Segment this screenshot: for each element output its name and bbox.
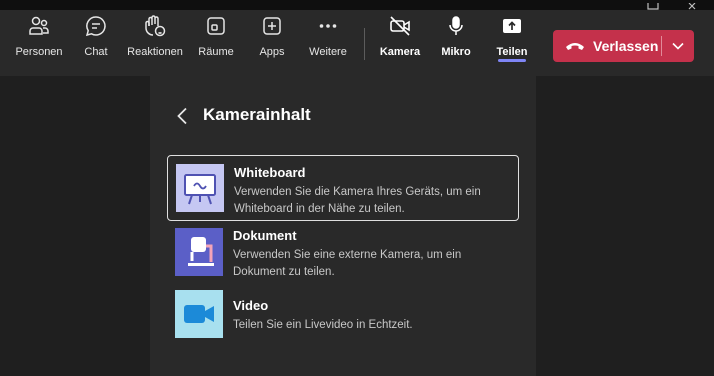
leave-options-button[interactable] bbox=[662, 30, 694, 62]
option-description-line: Teilen Sie ein Livevideo in Echtzeit. bbox=[233, 319, 413, 331]
whiteboard-icon bbox=[176, 164, 224, 212]
option-description-line: Whiteboard in der Nähe zu teilen. bbox=[234, 203, 405, 215]
apps-button[interactable]: Apps bbox=[246, 14, 298, 66]
camera-off-icon bbox=[388, 14, 412, 38]
reactions-button[interactable]: Reaktionen bbox=[126, 14, 184, 66]
rooms-label: Räume bbox=[198, 46, 234, 58]
microphone-button[interactable]: Mikro bbox=[430, 14, 482, 66]
leave-label: Verlassen bbox=[593, 38, 659, 54]
share-icon bbox=[500, 14, 524, 38]
chat-button[interactable]: Chat bbox=[70, 14, 122, 66]
restore-icon[interactable] bbox=[646, 0, 666, 10]
more-button[interactable]: Weitere bbox=[302, 14, 354, 66]
option-title: Video bbox=[233, 298, 269, 313]
camera-button[interactable]: Kamera bbox=[374, 14, 426, 66]
option-description-line: Verwenden Sie eine externe Kamera, um ei… bbox=[233, 249, 462, 261]
microphone-icon bbox=[444, 14, 468, 38]
option-document[interactable]: Dokument Verwenden Sie eine externe Kame… bbox=[167, 225, 519, 281]
microphone-label: Mikro bbox=[441, 46, 471, 58]
raise-hand-icon bbox=[143, 14, 167, 38]
chat-icon bbox=[84, 14, 108, 38]
people-icon bbox=[27, 14, 51, 38]
share-button[interactable]: Teilen bbox=[486, 14, 538, 66]
share-label: Teilen bbox=[496, 46, 528, 58]
leave-button-group: Verlassen bbox=[553, 30, 694, 62]
apps-plus-icon bbox=[260, 14, 284, 38]
option-title: Dokument bbox=[233, 228, 297, 243]
rooms-button[interactable]: Räume bbox=[190, 14, 242, 66]
option-description: Teilen Sie ein Livevideo in Echtzeit. bbox=[233, 317, 513, 334]
option-description: Verwenden Sie eine externe Kamera, um ei… bbox=[233, 247, 513, 281]
chat-label: Chat bbox=[84, 46, 108, 58]
option-description-line: Verwenden Sie die Kamera Ihres Geräts, u… bbox=[234, 186, 481, 198]
option-description: Verwenden Sie die Kamera Ihres Geräts, u… bbox=[234, 184, 514, 218]
people-button[interactable]: Personen bbox=[13, 14, 65, 66]
title-bar bbox=[0, 0, 714, 10]
document-icon bbox=[175, 228, 223, 276]
back-button[interactable] bbox=[170, 104, 194, 128]
rooms-icon bbox=[204, 14, 228, 38]
more-label: Weitere bbox=[309, 46, 347, 58]
chevron-left-icon bbox=[177, 107, 187, 125]
apps-label: Apps bbox=[259, 46, 285, 58]
panel-header: Kamerainhalt bbox=[150, 104, 536, 128]
close-icon[interactable] bbox=[686, 0, 706, 10]
video-icon bbox=[175, 290, 223, 338]
option-whiteboard[interactable]: Whiteboard Verwenden Sie die Kamera Ihre… bbox=[167, 155, 519, 221]
toolbar-separator bbox=[364, 28, 365, 60]
option-video[interactable]: Video Teilen Sie ein Livevideo in Echtze… bbox=[167, 288, 519, 340]
hang-up-icon bbox=[565, 40, 585, 52]
panel-title: Kamerainhalt bbox=[203, 105, 311, 124]
people-label: Personen bbox=[15, 46, 63, 58]
camera-content-panel: Kamerainhalt Whiteboard Verwenden Sie di… bbox=[150, 76, 536, 376]
option-title: Whiteboard bbox=[234, 165, 306, 180]
active-tab-indicator bbox=[498, 59, 526, 62]
option-description-line: Dokument zu teilen. bbox=[233, 266, 335, 278]
leave-button[interactable]: Verlassen bbox=[553, 30, 661, 62]
reactions-label: Reaktionen bbox=[127, 46, 183, 58]
camera-label: Kamera bbox=[379, 46, 421, 58]
more-icon bbox=[316, 14, 340, 38]
chevron-down-icon bbox=[672, 42, 684, 50]
